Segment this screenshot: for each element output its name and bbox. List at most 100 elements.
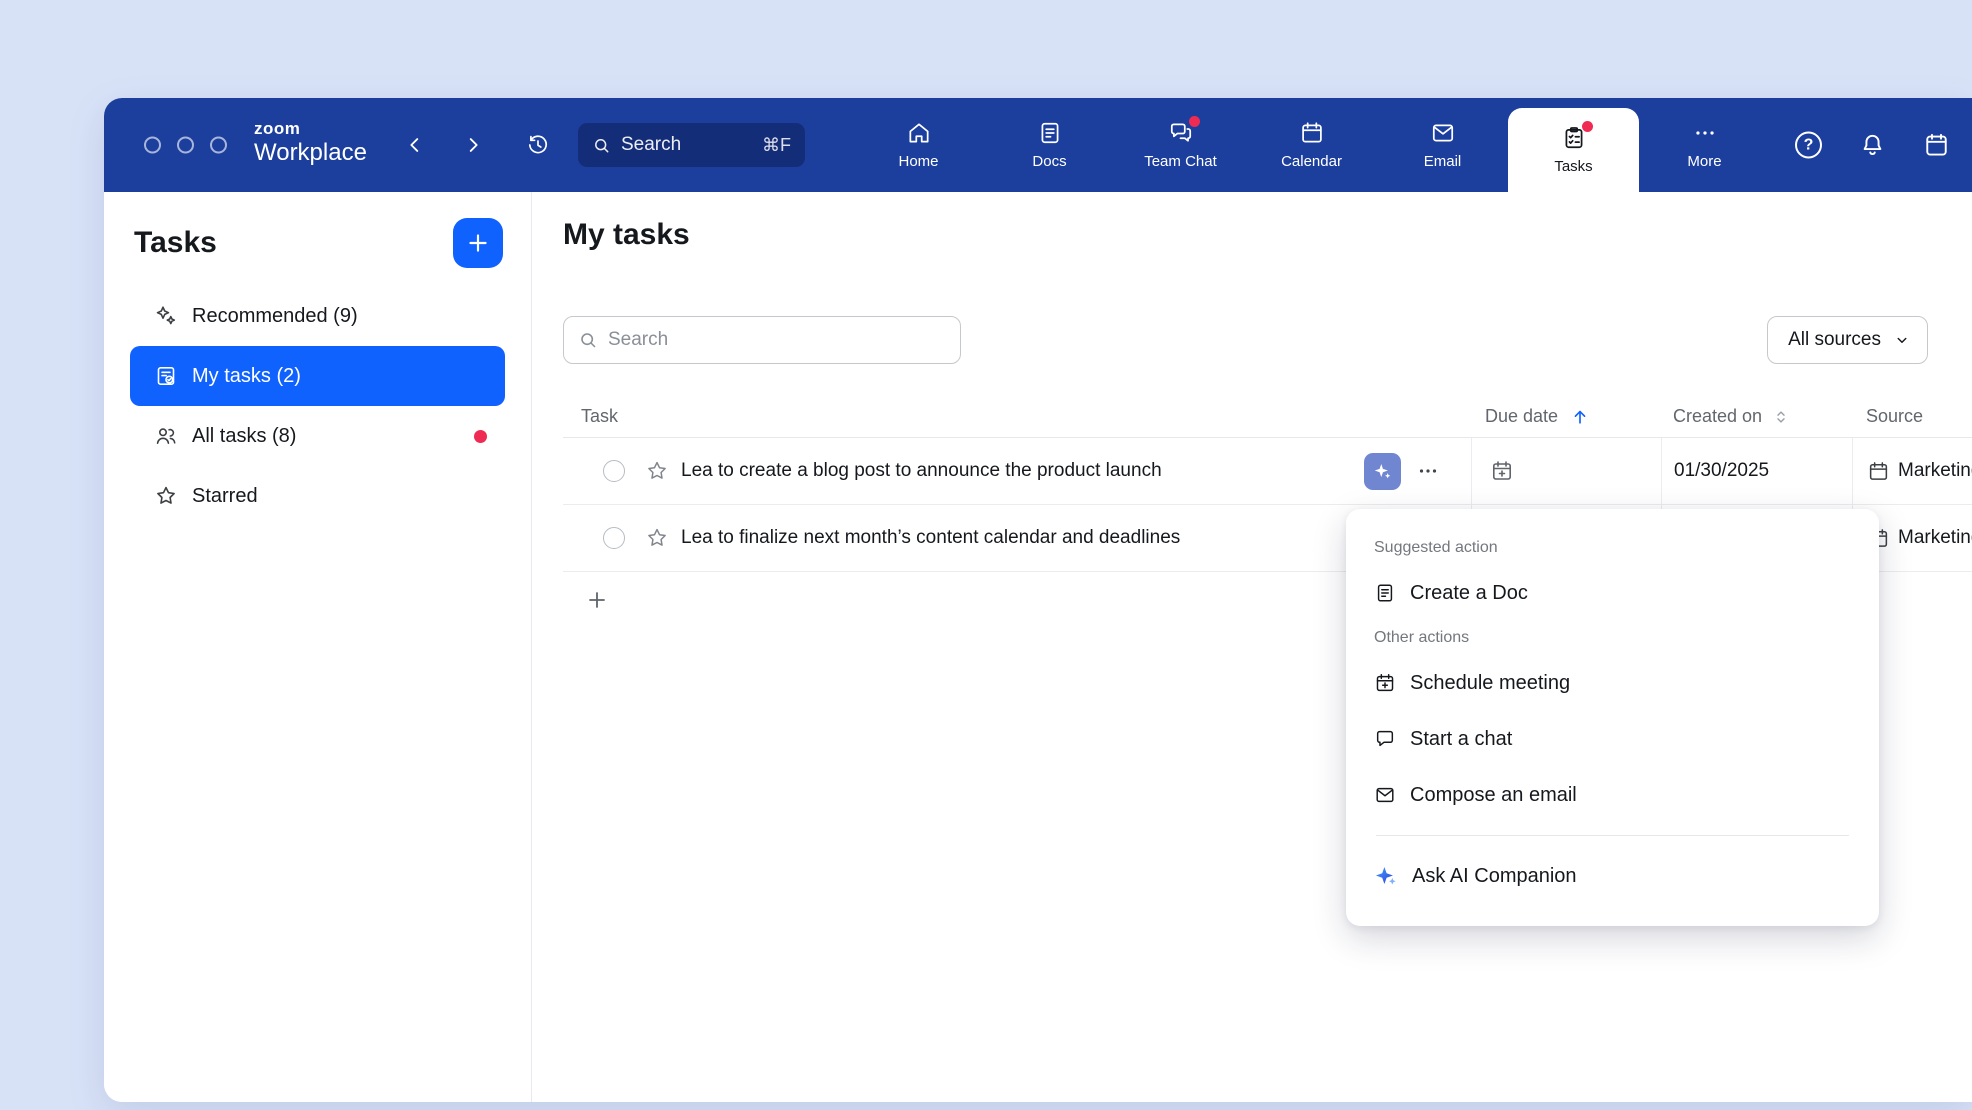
task-title[interactable]: Lea to create a blog post to announce th…	[681, 460, 1364, 482]
menu-item-compose-email[interactable]: Compose an email	[1374, 767, 1851, 823]
chevron-down-icon	[1893, 331, 1911, 349]
menu-item-label: Compose an email	[1410, 784, 1577, 807]
sources-filter-label: All sources	[1788, 329, 1881, 351]
global-search[interactable]: Search ⌘F	[578, 123, 805, 167]
source-name[interactable]: Marketing	[1898, 527, 1972, 549]
column-header-task[interactable]: Task	[563, 406, 1471, 427]
home-icon	[906, 120, 932, 146]
window-control-dot[interactable]	[144, 137, 161, 154]
menu-divider	[1376, 835, 1849, 836]
task-search-input[interactable]	[608, 329, 946, 351]
back-button[interactable]	[404, 134, 426, 156]
page-title: My tasks	[563, 218, 690, 252]
add-task-inline-button[interactable]	[585, 588, 609, 612]
column-header-label: Due date	[1485, 406, 1558, 427]
created-on-date: 01/30/2025	[1674, 460, 1769, 482]
row-more-actions-button[interactable]	[1411, 454, 1445, 488]
history-icon	[526, 133, 550, 157]
notifications-button[interactable]	[1859, 132, 1886, 159]
question-icon: ?	[1804, 136, 1814, 154]
sidebar-item-label: Recommended (9)	[192, 305, 358, 328]
sort-toggle-icon[interactable]	[1772, 408, 1790, 426]
nav-label: Home	[898, 153, 938, 170]
chat-bubble-icon	[1374, 728, 1396, 750]
window-control-dot[interactable]	[177, 137, 194, 154]
bell-icon	[1859, 132, 1886, 159]
task-cell: Lea to create a blog post to announce th…	[563, 438, 1471, 504]
column-header-due-date[interactable]: Due date	[1471, 406, 1661, 427]
window-controls	[144, 137, 227, 154]
mini-calendar-button[interactable]	[1923, 132, 1950, 159]
column-header-label: Created on	[1673, 406, 1762, 427]
task-complete-checkbox[interactable]	[603, 460, 625, 482]
menu-item-label: Ask AI Companion	[1412, 865, 1577, 888]
docs-icon	[1037, 120, 1063, 146]
sidebar-item-recommended[interactable]: Recommended (9)	[130, 286, 505, 346]
plus-icon	[465, 230, 491, 256]
source-name[interactable]: Marketing	[1898, 460, 1972, 482]
star-task-button[interactable]	[645, 526, 669, 550]
email-icon	[1374, 784, 1396, 806]
sidebar-header: Tasks	[104, 192, 531, 286]
nav-docs[interactable]: Docs	[984, 98, 1115, 192]
nav-label: Docs	[1032, 153, 1066, 170]
star-task-button[interactable]	[645, 459, 669, 483]
menu-section-header: Suggested action	[1374, 531, 1851, 565]
column-header-source[interactable]: Source	[1852, 406, 1972, 427]
ai-companion-actions-button[interactable]	[1364, 453, 1401, 490]
help-button[interactable]: ?	[1795, 132, 1822, 159]
sources-filter-dropdown[interactable]: All sources	[1767, 316, 1928, 364]
plus-icon	[585, 588, 609, 612]
chevron-left-icon	[404, 134, 426, 156]
menu-item-label: Schedule meeting	[1410, 672, 1570, 695]
star-icon	[154, 484, 178, 508]
chevron-right-icon	[462, 134, 484, 156]
doc-icon	[1374, 582, 1396, 604]
sparkles-icon	[154, 304, 178, 328]
add-task-button[interactable]	[453, 218, 503, 268]
window-control-dot[interactable]	[210, 137, 227, 154]
nav-label: Calendar	[1281, 153, 1342, 170]
menu-section-header: Other actions	[1374, 621, 1851, 655]
nav-home[interactable]: Home	[853, 98, 984, 192]
ai-companion-icon	[1372, 461, 1393, 482]
nav-email[interactable]: Email	[1377, 98, 1508, 192]
tasks-notification-dot	[1582, 121, 1593, 132]
sidebar-item-my-tasks[interactable]: My tasks (2)	[130, 346, 505, 406]
more-icon	[1692, 120, 1718, 146]
task-title[interactable]: Lea to finalize next month’s content cal…	[681, 527, 1445, 549]
column-header-created-on[interactable]: Created on	[1661, 406, 1852, 427]
menu-item-start-chat[interactable]: Start a chat	[1374, 711, 1851, 767]
sidebar-title: Tasks	[134, 226, 217, 260]
tasks-sidebar: Tasks Recommended (9) My tasks (2) All t…	[104, 192, 532, 1102]
menu-item-schedule-meeting[interactable]: Schedule meeting	[1374, 655, 1851, 711]
nav-team-chat[interactable]: Team Chat	[1115, 98, 1246, 192]
menu-item-label: Create a Doc	[1410, 582, 1528, 605]
sort-ascending-icon[interactable]	[1570, 407, 1590, 427]
sidebar-item-all-tasks[interactable]: All tasks (8)	[130, 406, 505, 466]
menu-item-label: Start a chat	[1410, 728, 1512, 751]
nav-label: Team Chat	[1144, 153, 1217, 170]
sidebar-item-starred[interactable]: Starred	[130, 466, 505, 526]
desktop-background: zoom Workplace Search ⌘F Home	[0, 0, 1972, 1110]
email-icon	[1430, 120, 1456, 146]
top-navigation: Home Docs Team Chat Calendar	[853, 98, 1770, 192]
history-button[interactable]	[526, 133, 550, 157]
forward-button[interactable]	[462, 134, 484, 156]
menu-item-create-doc[interactable]: Create a Doc	[1374, 565, 1851, 621]
calendar-plus-icon	[1490, 459, 1514, 483]
menu-item-ask-ai-companion[interactable]: Ask AI Companion	[1374, 848, 1851, 904]
nav-tasks[interactable]: Tasks	[1508, 108, 1639, 192]
nav-label: More	[1687, 153, 1721, 170]
sidebar-list: Recommended (9) My tasks (2) All tasks (…	[104, 286, 531, 526]
nav-more[interactable]: More	[1639, 98, 1770, 192]
task-complete-checkbox[interactable]	[603, 527, 625, 549]
search-icon	[578, 330, 598, 350]
sidebar-item-label: Starred	[192, 485, 258, 508]
product-name: Workplace	[254, 140, 367, 165]
nav-calendar[interactable]: Calendar	[1246, 98, 1377, 192]
global-search-placeholder: Search	[621, 134, 752, 156]
created-on-cell: 01/30/2025	[1661, 438, 1852, 504]
set-due-date-button[interactable]	[1490, 459, 1514, 483]
nav-label: Tasks	[1554, 158, 1592, 175]
